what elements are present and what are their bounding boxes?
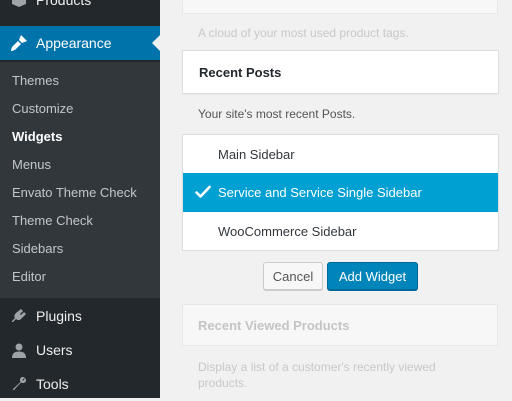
user-icon <box>10 341 28 359</box>
menu-label-tools: Tools <box>36 376 69 392</box>
menu-label-plugins: Plugins <box>36 308 82 324</box>
menu-label-appearance: Appearance <box>36 35 112 51</box>
cancel-button[interactable]: Cancel <box>263 262 323 290</box>
menu-item-users[interactable]: Users <box>0 333 160 367</box>
chooser-item-label: Service and Service Single Sidebar <box>218 185 422 200</box>
submenu-item-sidebars[interactable]: Sidebars <box>12 240 63 258</box>
paintbrush-icon <box>10 34 28 52</box>
admin-sidebar: Products Appearance Themes Customize Wid… <box>0 0 160 398</box>
chooser-item-main-sidebar[interactable]: Main Sidebar <box>183 135 498 174</box>
menu-item-tools[interactable]: Tools <box>0 367 160 401</box>
chooser-item-label: Main Sidebar <box>218 147 295 162</box>
appearance-submenu: Themes Customize Widgets Menus Envato Th… <box>0 62 160 298</box>
recent-viewed-products-description-line1: Display a list of a customer's recently … <box>198 360 436 374</box>
checkmark-icon <box>195 185 211 198</box>
submenu-item-editor[interactable]: Editor <box>12 268 46 286</box>
chooser-item-service-sidebar[interactable]: Service and Service Single Sidebar <box>183 173 498 212</box>
menu-item-appearance[interactable]: Appearance <box>0 26 160 60</box>
submenu-item-theme-check[interactable]: Theme Check <box>12 212 93 230</box>
recent-posts-widget-title-box[interactable]: Recent Posts <box>182 50 499 94</box>
recent-posts-description: Your site's most recent Posts. <box>198 107 356 121</box>
menu-item-plugins[interactable]: Plugins <box>0 299 160 333</box>
tag-cloud-description: A cloud of your most used product tags. <box>198 26 409 40</box>
menu-label-users: Users <box>36 342 73 358</box>
products-icon <box>10 0 28 9</box>
submenu-item-menus[interactable]: Menus <box>12 156 51 174</box>
tag-cloud-widget-box[interactable] <box>182 0 498 14</box>
chooser-item-label: WooCommerce Sidebar <box>218 224 357 239</box>
recent-viewed-products-widget-box[interactable]: Recent Viewed Products <box>182 304 498 346</box>
submenu-item-customize[interactable]: Customize <box>12 100 73 118</box>
submenu-item-themes[interactable]: Themes <box>12 72 59 90</box>
recent-viewed-products-description-line2: products. <box>198 376 248 390</box>
plug-icon <box>10 307 28 325</box>
menu-item-products[interactable]: Products <box>0 0 160 17</box>
add-widget-button[interactable]: Add Widget <box>327 262 418 290</box>
recent-viewed-products-title: Recent Viewed Products <box>198 318 350 333</box>
submenu-item-widgets[interactable]: Widgets <box>12 128 62 146</box>
chooser-item-woocommerce-sidebar[interactable]: WooCommerce Sidebar <box>183 212 498 251</box>
sidebar-chooser-list: Main Sidebar Service and Service Single … <box>182 134 499 251</box>
submenu-item-envato-theme-check[interactable]: Envato Theme Check <box>12 184 137 202</box>
wrench-icon <box>10 375 28 393</box>
menu-label-products: Products <box>36 0 92 8</box>
recent-posts-widget-title: Recent Posts <box>199 65 282 80</box>
